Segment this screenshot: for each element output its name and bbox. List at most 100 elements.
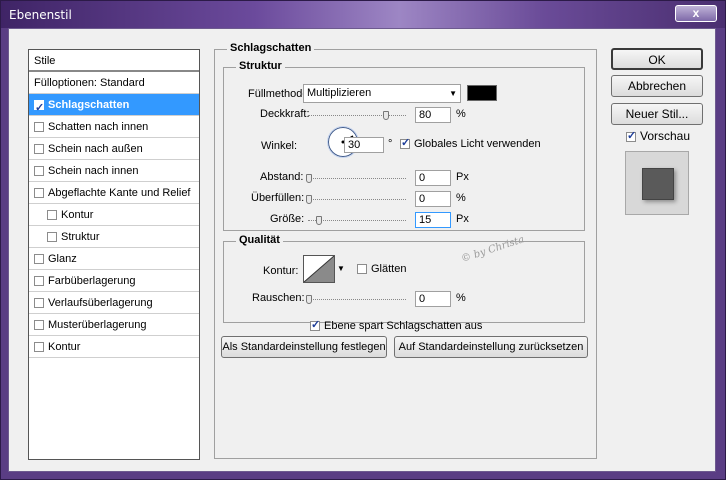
style-checkbox[interactable] <box>34 298 44 308</box>
styles-item-label: Kontur <box>48 341 81 353</box>
watermark-text: © by Christa <box>459 234 526 265</box>
title-bar[interactable]: Ebenenstil x <box>1 1 725 28</box>
size-input[interactable]: 15 <box>415 212 451 228</box>
styles-item[interactable]: Schein nach innen <box>29 160 199 182</box>
preview-option[interactable]: Vorschau <box>626 129 690 143</box>
cancel-button[interactable]: Abbrechen <box>611 75 703 97</box>
size-slider[interactable] <box>308 216 406 225</box>
reset-default-button[interactable]: Auf Standardeinstellung zurücksetzen <box>394 336 588 358</box>
styles-item-label: Abgeflachte Kante und Relief <box>48 187 191 199</box>
structure-title: Struktur <box>236 60 285 72</box>
size-label: Größe: <box>270 213 305 225</box>
knockout-label: Ebene spart Schlagschatten aus <box>324 320 483 332</box>
chevron-down-icon: ▼ <box>449 89 457 98</box>
antialias-label: Glätten <box>371 263 407 275</box>
distance-slider[interactable] <box>306 174 406 183</box>
global-light-checkbox[interactable] <box>400 136 410 149</box>
global-light-option[interactable]: Globales Licht verwenden <box>400 136 541 150</box>
angle-input[interactable]: 30 <box>344 137 384 153</box>
styles-item[interactable]: Glanz <box>29 248 199 270</box>
style-checkbox[interactable] <box>34 320 44 330</box>
preview-checkbox[interactable] <box>626 129 636 142</box>
global-light-label: Globales Licht verwenden <box>414 138 541 150</box>
style-checkbox[interactable] <box>34 166 44 176</box>
styles-item[interactable]: Farbüberlagerung <box>29 270 199 292</box>
styles-item-label: Farbüberlagerung <box>48 275 136 287</box>
style-checkbox[interactable] <box>47 210 57 220</box>
contour-curve-icon <box>304 256 334 282</box>
styles-item[interactable]: Musterüberlagerung <box>29 314 199 336</box>
styles-item-label: Verlaufsüberlagerung <box>48 297 153 309</box>
window-title: Ebenenstil <box>9 8 72 22</box>
drop-shadow-group: Schlagschatten Struktur Füllmethode: Mul… <box>214 42 597 459</box>
quality-group: Qualität © by Christa Kontur: ▼ Glätten … <box>223 234 585 323</box>
make-default-button[interactable]: Als Standardeinstellung festlegen <box>221 336 387 358</box>
styles-item-label: Fülloptionen: Standard <box>34 77 145 89</box>
noise-slider[interactable] <box>306 295 406 304</box>
noise-input[interactable]: 0 <box>415 291 451 307</box>
ok-button[interactable]: OK <box>611 48 703 70</box>
styles-list: Stile Fülloptionen: Standard Schlagschatt… <box>28 49 200 460</box>
styles-item-label: Schatten nach innen <box>48 121 149 133</box>
opacity-input[interactable]: 80 <box>415 107 451 123</box>
contour-label: Kontur: <box>263 265 299 277</box>
styles-item[interactable]: Kontur <box>29 336 199 358</box>
style-checkbox[interactable] <box>47 232 57 242</box>
style-checkbox[interactable] <box>34 254 44 264</box>
opacity-label: Deckkraft: <box>260 108 310 120</box>
styles-item-label: Glanz <box>48 253 77 265</box>
styles-item[interactable]: Abgeflachte Kante und Relief <box>29 182 199 204</box>
styles-item[interactable]: Schein nach außen <box>29 138 199 160</box>
style-checkbox[interactable] <box>34 144 44 154</box>
distance-input[interactable]: 0 <box>415 170 451 186</box>
blend-mode-value: Multiplizieren <box>307 87 372 99</box>
layer-style-dialog: Ebenenstil x Stile Fülloptionen: Standar… <box>0 0 726 480</box>
distance-slider-handle[interactable] <box>306 174 312 183</box>
noise-label: Rauschen: <box>252 292 305 304</box>
styles-item[interactable]: Schatten nach innen <box>29 116 199 138</box>
styles-item[interactable]: Kontur <box>29 204 199 226</box>
close-button[interactable]: x <box>675 5 717 22</box>
shadow-color-swatch[interactable] <box>467 85 497 101</box>
size-unit: Px <box>456 213 469 225</box>
style-checkbox[interactable] <box>34 342 44 352</box>
styles-item-label: Musterüberlagerung <box>48 319 147 331</box>
opacity-unit: % <box>456 108 466 120</box>
styles-item[interactable]: Struktur <box>29 226 199 248</box>
style-checkbox[interactable] <box>34 188 44 198</box>
knockout-option[interactable]: Ebene spart Schlagschatten aus <box>310 318 483 332</box>
contour-dropdown-icon[interactable]: ▼ <box>337 264 345 273</box>
contour-picker[interactable] <box>303 255 335 283</box>
opacity-slider[interactable] <box>308 111 406 120</box>
styles-item-label: Schein nach außen <box>48 143 143 155</box>
dialog-client: Stile Fülloptionen: Standard Schlagschatt… <box>8 28 716 472</box>
styles-item[interactable]: Schlagschatten <box>29 94 199 119</box>
style-preview <box>625 151 689 215</box>
preview-label: Vorschau <box>640 129 691 143</box>
size-slider-handle[interactable] <box>316 216 322 225</box>
spread-slider[interactable] <box>306 195 406 204</box>
styles-item[interactable]: Verlaufsüberlagerung <box>29 292 199 314</box>
spread-slider-handle[interactable] <box>306 195 312 204</box>
antialias-option[interactable]: Glätten <box>357 263 406 275</box>
styles-item[interactable]: Fülloptionen: Standard <box>29 72 199 94</box>
styles-item-label: Kontur <box>61 209 94 221</box>
quality-title: Qualität <box>236 234 283 246</box>
angle-label: Winkel: <box>261 140 298 152</box>
styles-header[interactable]: Stile <box>29 50 199 72</box>
styles-item-label: Schein nach innen <box>48 165 139 177</box>
antialias-checkbox[interactable] <box>357 264 367 274</box>
style-checkbox[interactable] <box>34 276 44 286</box>
noise-unit: % <box>456 292 466 304</box>
new-style-button[interactable]: Neuer Stil... <box>611 103 703 125</box>
style-checkbox[interactable] <box>34 97 44 119</box>
distance-label: Abstand: <box>260 171 304 183</box>
style-checkbox[interactable] <box>34 122 44 132</box>
noise-slider-handle[interactable] <box>306 295 312 304</box>
spread-input[interactable]: 0 <box>415 191 451 207</box>
knockout-checkbox[interactable] <box>310 318 320 331</box>
opacity-slider-handle[interactable] <box>383 111 389 120</box>
blend-mode-select[interactable]: Multiplizieren ▼ <box>303 84 461 103</box>
structure-group: Struktur Füllmethode: Multiplizieren ▼ D… <box>223 60 585 231</box>
spread-unit: % <box>456 192 466 204</box>
